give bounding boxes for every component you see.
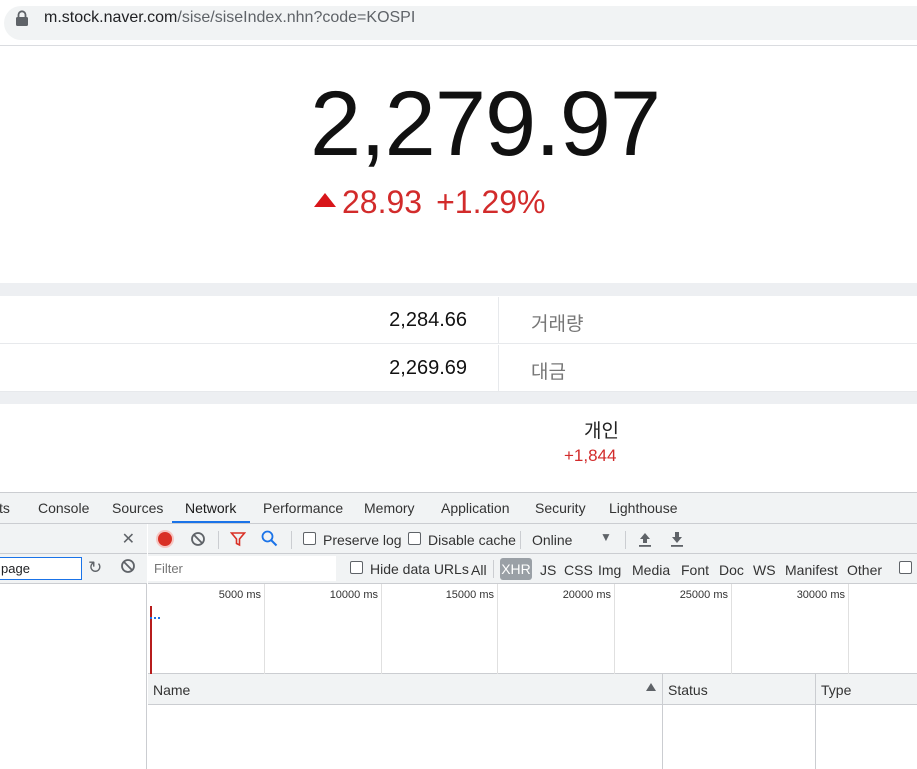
column-status[interactable]: Status — [668, 682, 708, 698]
change-points: 28.93 — [342, 184, 423, 220]
filter-type-doc[interactable]: Doc — [719, 562, 744, 578]
timeline-tick-label: 15000 ms — [445, 589, 494, 601]
filter-type-manifest[interactable]: Manifest — [785, 562, 838, 578]
stat-label: 대금 — [531, 361, 566, 383]
clear-icon[interactable] — [120, 558, 136, 574]
filter-type-other[interactable]: Other — [847, 562, 882, 578]
filter-type-js[interactable]: JS — [540, 562, 556, 578]
active-tab-indicator — [172, 521, 250, 523]
timeline-gridline — [731, 584, 732, 674]
download-icon[interactable] — [670, 531, 684, 547]
filter-type-media[interactable]: Media — [632, 562, 670, 578]
search-pane-toolbar: ↻ — [0, 554, 147, 584]
toolbar-divider — [520, 531, 521, 549]
timeline-gridline — [381, 584, 382, 674]
upload-icon[interactable] — [638, 531, 652, 547]
tab-performance[interactable]: Performance — [263, 500, 343, 516]
search-input[interactable] — [0, 557, 82, 580]
network-timeline[interactable]: 5000 ms 10000 ms 15000 ms 20000 ms 25000… — [148, 584, 917, 674]
column-divider[interactable] — [662, 674, 663, 769]
filter-icon[interactable] — [230, 531, 246, 547]
disable-cache-checkbox[interactable] — [408, 532, 421, 545]
timeline-gridline — [848, 584, 849, 674]
timeline-tick-label: 10000 ms — [329, 589, 378, 601]
up-triangle-icon — [314, 193, 336, 207]
sort-ascending-icon[interactable] — [646, 683, 656, 691]
request-table-header: Name Status Type — [148, 674, 917, 769]
tab-lighthouse[interactable]: Lighthouse — [609, 500, 678, 516]
change-percent: +1.29% — [436, 184, 546, 220]
tab-console[interactable]: Console — [38, 500, 89, 516]
column-divider — [498, 345, 499, 391]
column-divider[interactable] — [815, 674, 816, 769]
index-value: 2,279.97 — [309, 73, 661, 175]
devtools-panel: ts Console Sources Network Performance M… — [0, 492, 917, 769]
search-pane-header: ✕ — [0, 524, 147, 554]
chevron-down-icon[interactable]: ▼ — [600, 530, 612, 544]
disable-cache-label[interactable]: Disable cache — [428, 532, 516, 548]
network-toolbar: Preserve log Disable cache Online ▼ — [148, 524, 917, 554]
timeline-tick-label: 5000 ms — [218, 589, 261, 601]
url-host: m.stock.naver.com — [44, 9, 178, 26]
close-icon[interactable]: ✕ — [122, 529, 135, 549]
filter-input[interactable] — [148, 556, 336, 581]
tab-network[interactable]: Network — [185, 500, 236, 516]
search-pane: ✕ ↻ — [0, 524, 147, 769]
devtools-tab-bar: ts Console Sources Network Performance M… — [0, 493, 917, 524]
timeline-gridline — [264, 584, 265, 674]
column-type[interactable]: Type — [821, 682, 851, 698]
stat-value: 2,269.69 — [389, 357, 467, 379]
search-icon[interactable] — [261, 530, 278, 547]
filter-type-ws[interactable]: WS — [753, 562, 776, 578]
lock-icon[interactable] — [15, 10, 29, 26]
section-divider — [0, 283, 917, 296]
blocked-requests-checkbox[interactable] — [899, 561, 912, 574]
preserve-log-label[interactable]: Preserve log — [323, 532, 402, 548]
timeline-gridline — [614, 584, 615, 674]
investor-value: +1,844 — [564, 446, 617, 465]
tab-elements[interactable]: ts — [0, 500, 10, 516]
toolbar-divider — [493, 560, 494, 578]
toolbar-divider — [218, 531, 219, 549]
preserve-log-checkbox[interactable] — [303, 532, 316, 545]
address-bar[interactable]: m.stock.naver.com/sise/siseIndex.nhn?cod… — [0, 0, 917, 46]
column-divider — [498, 297, 499, 343]
url-text[interactable]: m.stock.naver.com/sise/siseIndex.nhn?cod… — [44, 9, 415, 27]
refresh-icon[interactable]: ↻ — [88, 558, 102, 578]
stat-label: 거래량 — [531, 313, 584, 335]
filter-type-font[interactable]: Font — [681, 562, 709, 578]
hide-data-urls-label[interactable]: Hide data URLs — [370, 561, 469, 577]
column-name[interactable]: Name — [153, 682, 190, 698]
filter-type-all[interactable]: All — [471, 562, 487, 578]
section-divider — [0, 392, 917, 404]
record-icon[interactable] — [158, 532, 172, 546]
tab-memory[interactable]: Memory — [364, 500, 415, 516]
tab-application[interactable]: Application — [441, 500, 510, 516]
index-change: 28.93 +1.29% — [314, 184, 546, 221]
hide-data-urls-checkbox[interactable] — [350, 561, 363, 574]
stat-row: 2,284.66 거래량 — [0, 297, 917, 344]
timeline-tick-label: 20000 ms — [562, 589, 611, 601]
investor-label: 개인 — [584, 420, 619, 442]
timeline-tick-label: 30000 ms — [796, 589, 845, 601]
timeline-gridline — [497, 584, 498, 674]
filter-bar: Hide data URLs All XHR JS CSS Img Media … — [148, 554, 917, 584]
clear-icon[interactable] — [190, 531, 206, 547]
request-bar — [150, 617, 160, 620]
filter-type-img[interactable]: Img — [598, 562, 621, 578]
filter-type-xhr[interactable]: XHR — [500, 558, 532, 580]
tab-sources[interactable]: Sources — [112, 500, 163, 516]
stat-row: 2,269.69 대금 — [0, 345, 917, 392]
timeline-tick-label: 25000 ms — [679, 589, 728, 601]
filter-type-css[interactable]: CSS — [564, 562, 593, 578]
toolbar-divider — [291, 531, 292, 549]
throttle-select[interactable]: Online — [532, 532, 572, 548]
tab-security[interactable]: Security — [535, 500, 586, 516]
stat-value: 2,284.66 — [389, 309, 467, 331]
toolbar-divider — [625, 531, 626, 549]
url-path: /sise/siseIndex.nhn?code=KOSPI — [177, 9, 416, 26]
